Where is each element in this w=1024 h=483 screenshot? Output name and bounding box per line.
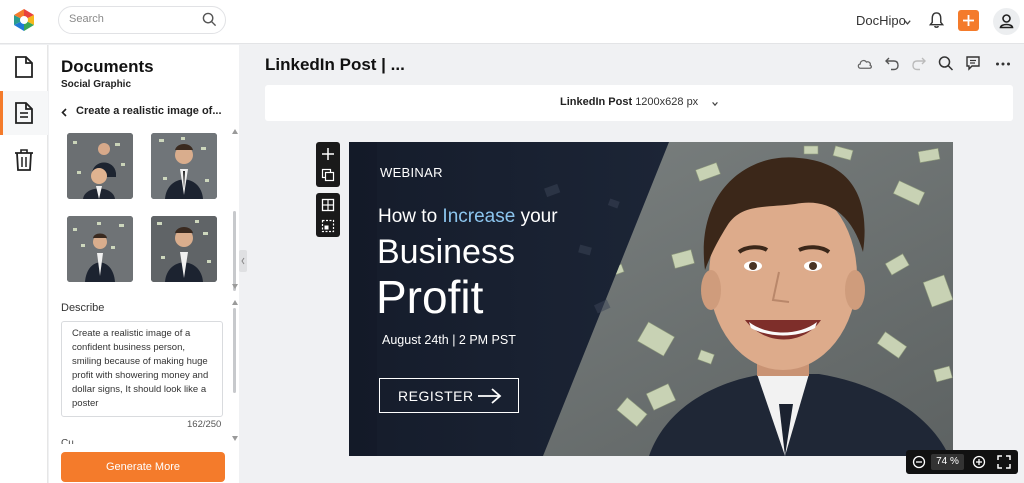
user-icon <box>999 14 1014 29</box>
describe-label: Describe <box>61 302 105 314</box>
fullscreen-icon[interactable] <box>997 455 1011 469</box>
headline-highlight: Increase <box>442 206 516 227</box>
canvas-size-label: LinkedIn Post 1200x628 px <box>560 96 698 108</box>
scroll-up-arrow-icon[interactable] <box>232 129 238 134</box>
panel-collapse-handle[interactable] <box>239 250 247 272</box>
rail-item-documents[interactable] <box>0 45 48 89</box>
describe-textarea[interactable]: Create a realistic image of a confident … <box>61 321 223 417</box>
generated-image-thumbnail[interactable] <box>67 133 133 199</box>
zoom-value[interactable]: 74 % <box>931 454 964 470</box>
comment-icon[interactable] <box>965 55 981 77</box>
canvas-size-selector[interactable]: LinkedIn Post 1200x628 px <box>265 85 1013 121</box>
top-bar: DocHipo <box>0 0 1024 44</box>
poster-headline-line1[interactable]: How to Increase your <box>378 206 558 228</box>
plus-icon <box>963 15 974 26</box>
add-duplicate-toolbar <box>316 142 340 187</box>
generate-more-button[interactable]: Generate More <box>61 452 225 482</box>
poster-eyebrow[interactable]: WEBINAR <box>380 165 443 180</box>
search-input[interactable] <box>69 13 199 25</box>
partially-hidden-label: Cu... <box>61 438 83 444</box>
panel-scrollbar[interactable] <box>233 308 236 393</box>
duplicate-icon[interactable] <box>321 168 335 182</box>
poster-register-button[interactable]: REGISTER <box>379 378 519 413</box>
poster-date[interactable]: August 24th | 2 PM PST <box>382 333 516 347</box>
search-icon[interactable] <box>938 55 954 77</box>
select-all-icon[interactable] <box>321 219 335 233</box>
register-label: REGISTER <box>398 388 474 404</box>
poster-headline-profit[interactable]: Profit <box>376 270 483 324</box>
poster-headline-business[interactable]: Business <box>377 233 515 272</box>
document-icon <box>15 56 33 78</box>
zoom-out-icon[interactable] <box>912 455 926 469</box>
zoom-in-icon[interactable] <box>972 455 986 469</box>
canvas-size-dims: 1200x628 px <box>635 96 699 108</box>
back-button[interactable]: Create a realistic image of... <box>59 103 234 121</box>
search-icon[interactable] <box>202 12 217 32</box>
grid-icon[interactable] <box>321 198 335 212</box>
document-title[interactable]: LinkedIn Post | ... <box>265 55 405 75</box>
document-lines-icon <box>15 102 33 124</box>
generated-image-thumbnail[interactable] <box>151 133 217 199</box>
redo-icon[interactable] <box>911 55 927 77</box>
headline-suffix: your <box>515 206 558 227</box>
side-panel: Documents Social Graphic Create a realis… <box>49 45 239 483</box>
profile-button[interactable] <box>993 8 1020 35</box>
generated-image-thumbnail[interactable] <box>67 216 133 282</box>
more-options-icon[interactable] <box>995 55 1011 77</box>
scroll-up-arrow-icon[interactable] <box>232 300 238 305</box>
bell-icon[interactable] <box>928 11 945 34</box>
rail-item-trash[interactable] <box>0 138 48 182</box>
zoom-control: 74 % <box>906 450 1018 474</box>
chevron-left-icon <box>61 108 67 117</box>
generated-image-thumbnail[interactable] <box>151 216 217 282</box>
panel-title: Documents <box>61 57 154 76</box>
rail-item-ai-text[interactable] <box>0 91 48 135</box>
create-new-button[interactable] <box>958 10 979 31</box>
scroll-down-arrow-icon[interactable] <box>232 436 238 441</box>
account-brand-menu[interactable]: DocHipo <box>856 13 906 28</box>
plus-icon[interactable] <box>321 147 335 161</box>
panel-subtitle: Social Graphic <box>61 79 132 90</box>
arrow-right-icon <box>478 388 502 404</box>
back-label: Create a realistic image of... <box>76 105 222 117</box>
canvas-size-name: LinkedIn Post <box>560 96 633 108</box>
headline-prefix: How to <box>378 206 443 227</box>
character-counter: 162/250 <box>187 419 222 430</box>
grid-select-toolbar <box>316 193 340 237</box>
trash-icon <box>15 149 33 171</box>
chevron-down-icon[interactable] <box>903 14 912 32</box>
cloud-save-icon[interactable] <box>856 55 873 77</box>
undo-icon[interactable] <box>884 55 900 77</box>
search-box[interactable] <box>58 6 226 34</box>
scroll-down-arrow-icon[interactable] <box>232 284 238 289</box>
tool-rail <box>0 45 48 483</box>
thumbnails-scrollbar[interactable] <box>233 211 236 291</box>
app-logo[interactable] <box>12 8 36 32</box>
design-canvas[interactable]: WEBINAR How to Increase your Business Pr… <box>349 142 953 456</box>
chevron-down-icon <box>712 102 718 107</box>
chevron-left-icon <box>241 257 245 265</box>
